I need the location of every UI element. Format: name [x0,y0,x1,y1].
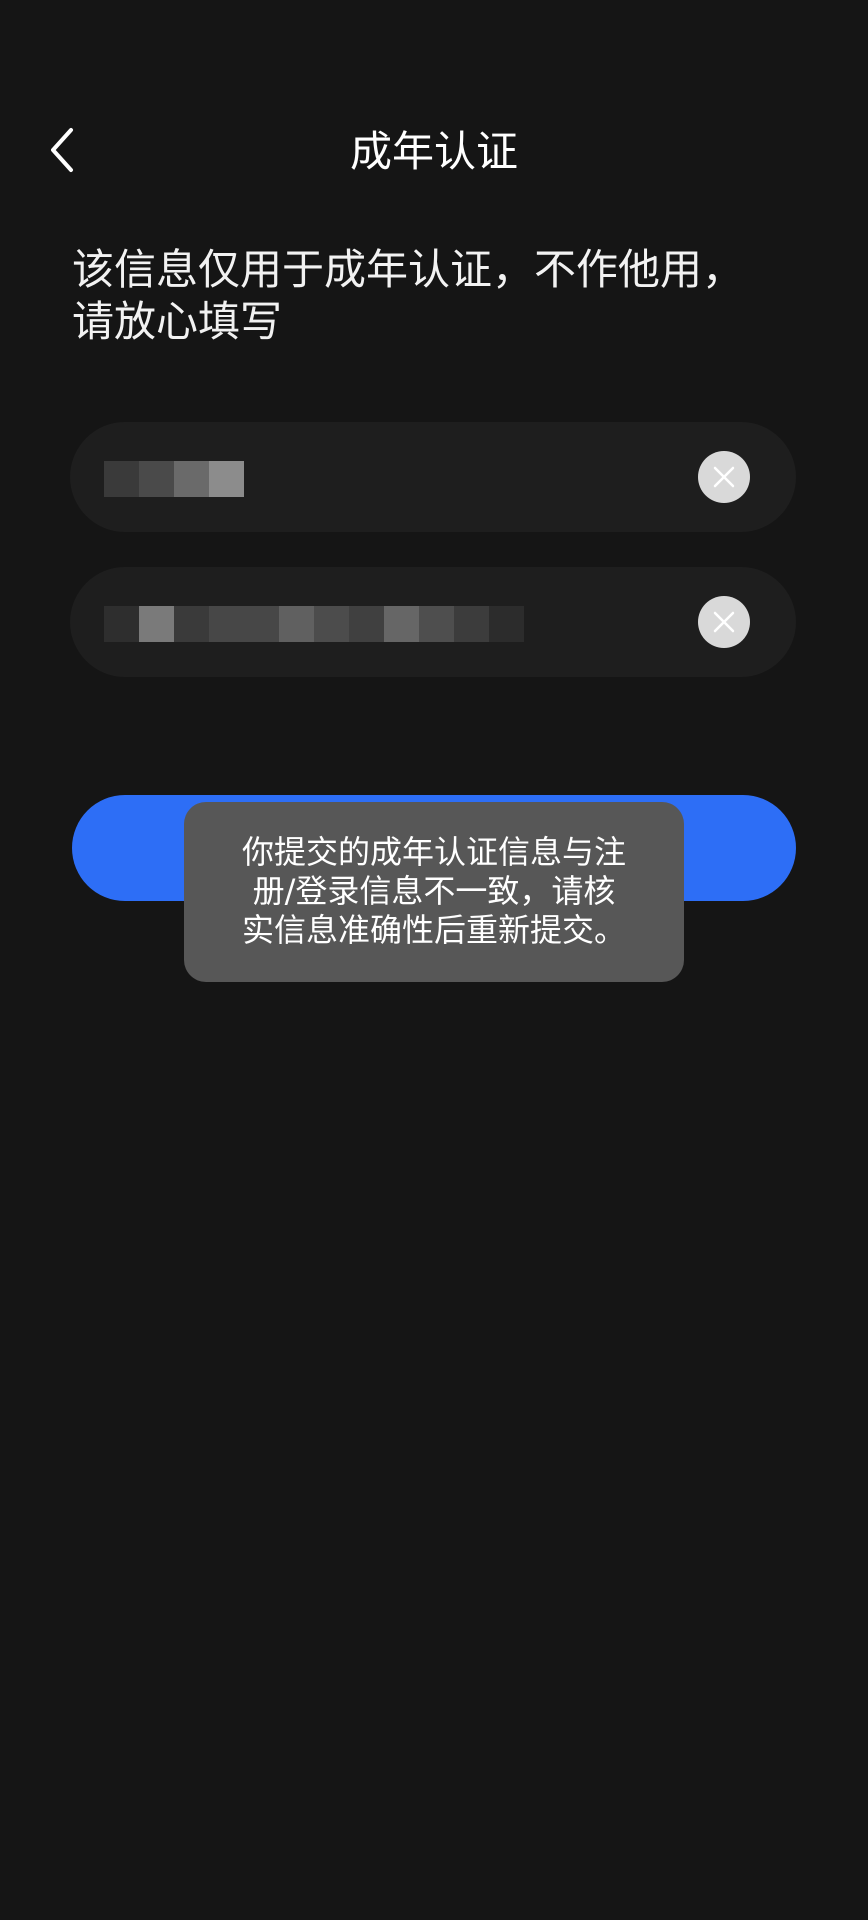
privacy-notice: 该信息仅用于成年认证，不作他用， 请放心填写 [72,244,792,348]
masked-id-number-value [104,606,524,642]
notice-line-1: 该信息仅用于成年认证，不作他用， [72,245,745,294]
close-icon [713,466,735,488]
clear-name-button[interactable] [698,451,750,503]
name-field[interactable] [70,422,796,532]
toast-line-1: 你提交的成年认证信息与注 [241,833,626,871]
clear-id-number-button[interactable] [698,596,750,648]
page-title: 成年认证 [349,127,518,176]
close-icon [713,611,735,633]
toast-line-3: 实信息准确性后重新提交。 [241,911,626,949]
id-number-field[interactable] [70,567,796,677]
toast-line-2: 册/登录信息不一致，请核 [252,872,616,910]
top-bar: 成年认证 [0,100,868,204]
notice-line-2: 请放心填写 [72,297,283,346]
masked-name-value [104,461,244,497]
error-toast: 你提交的成年认证信息与注 册/登录信息不一致，请核 实信息准确性后重新提交。 [184,802,684,982]
